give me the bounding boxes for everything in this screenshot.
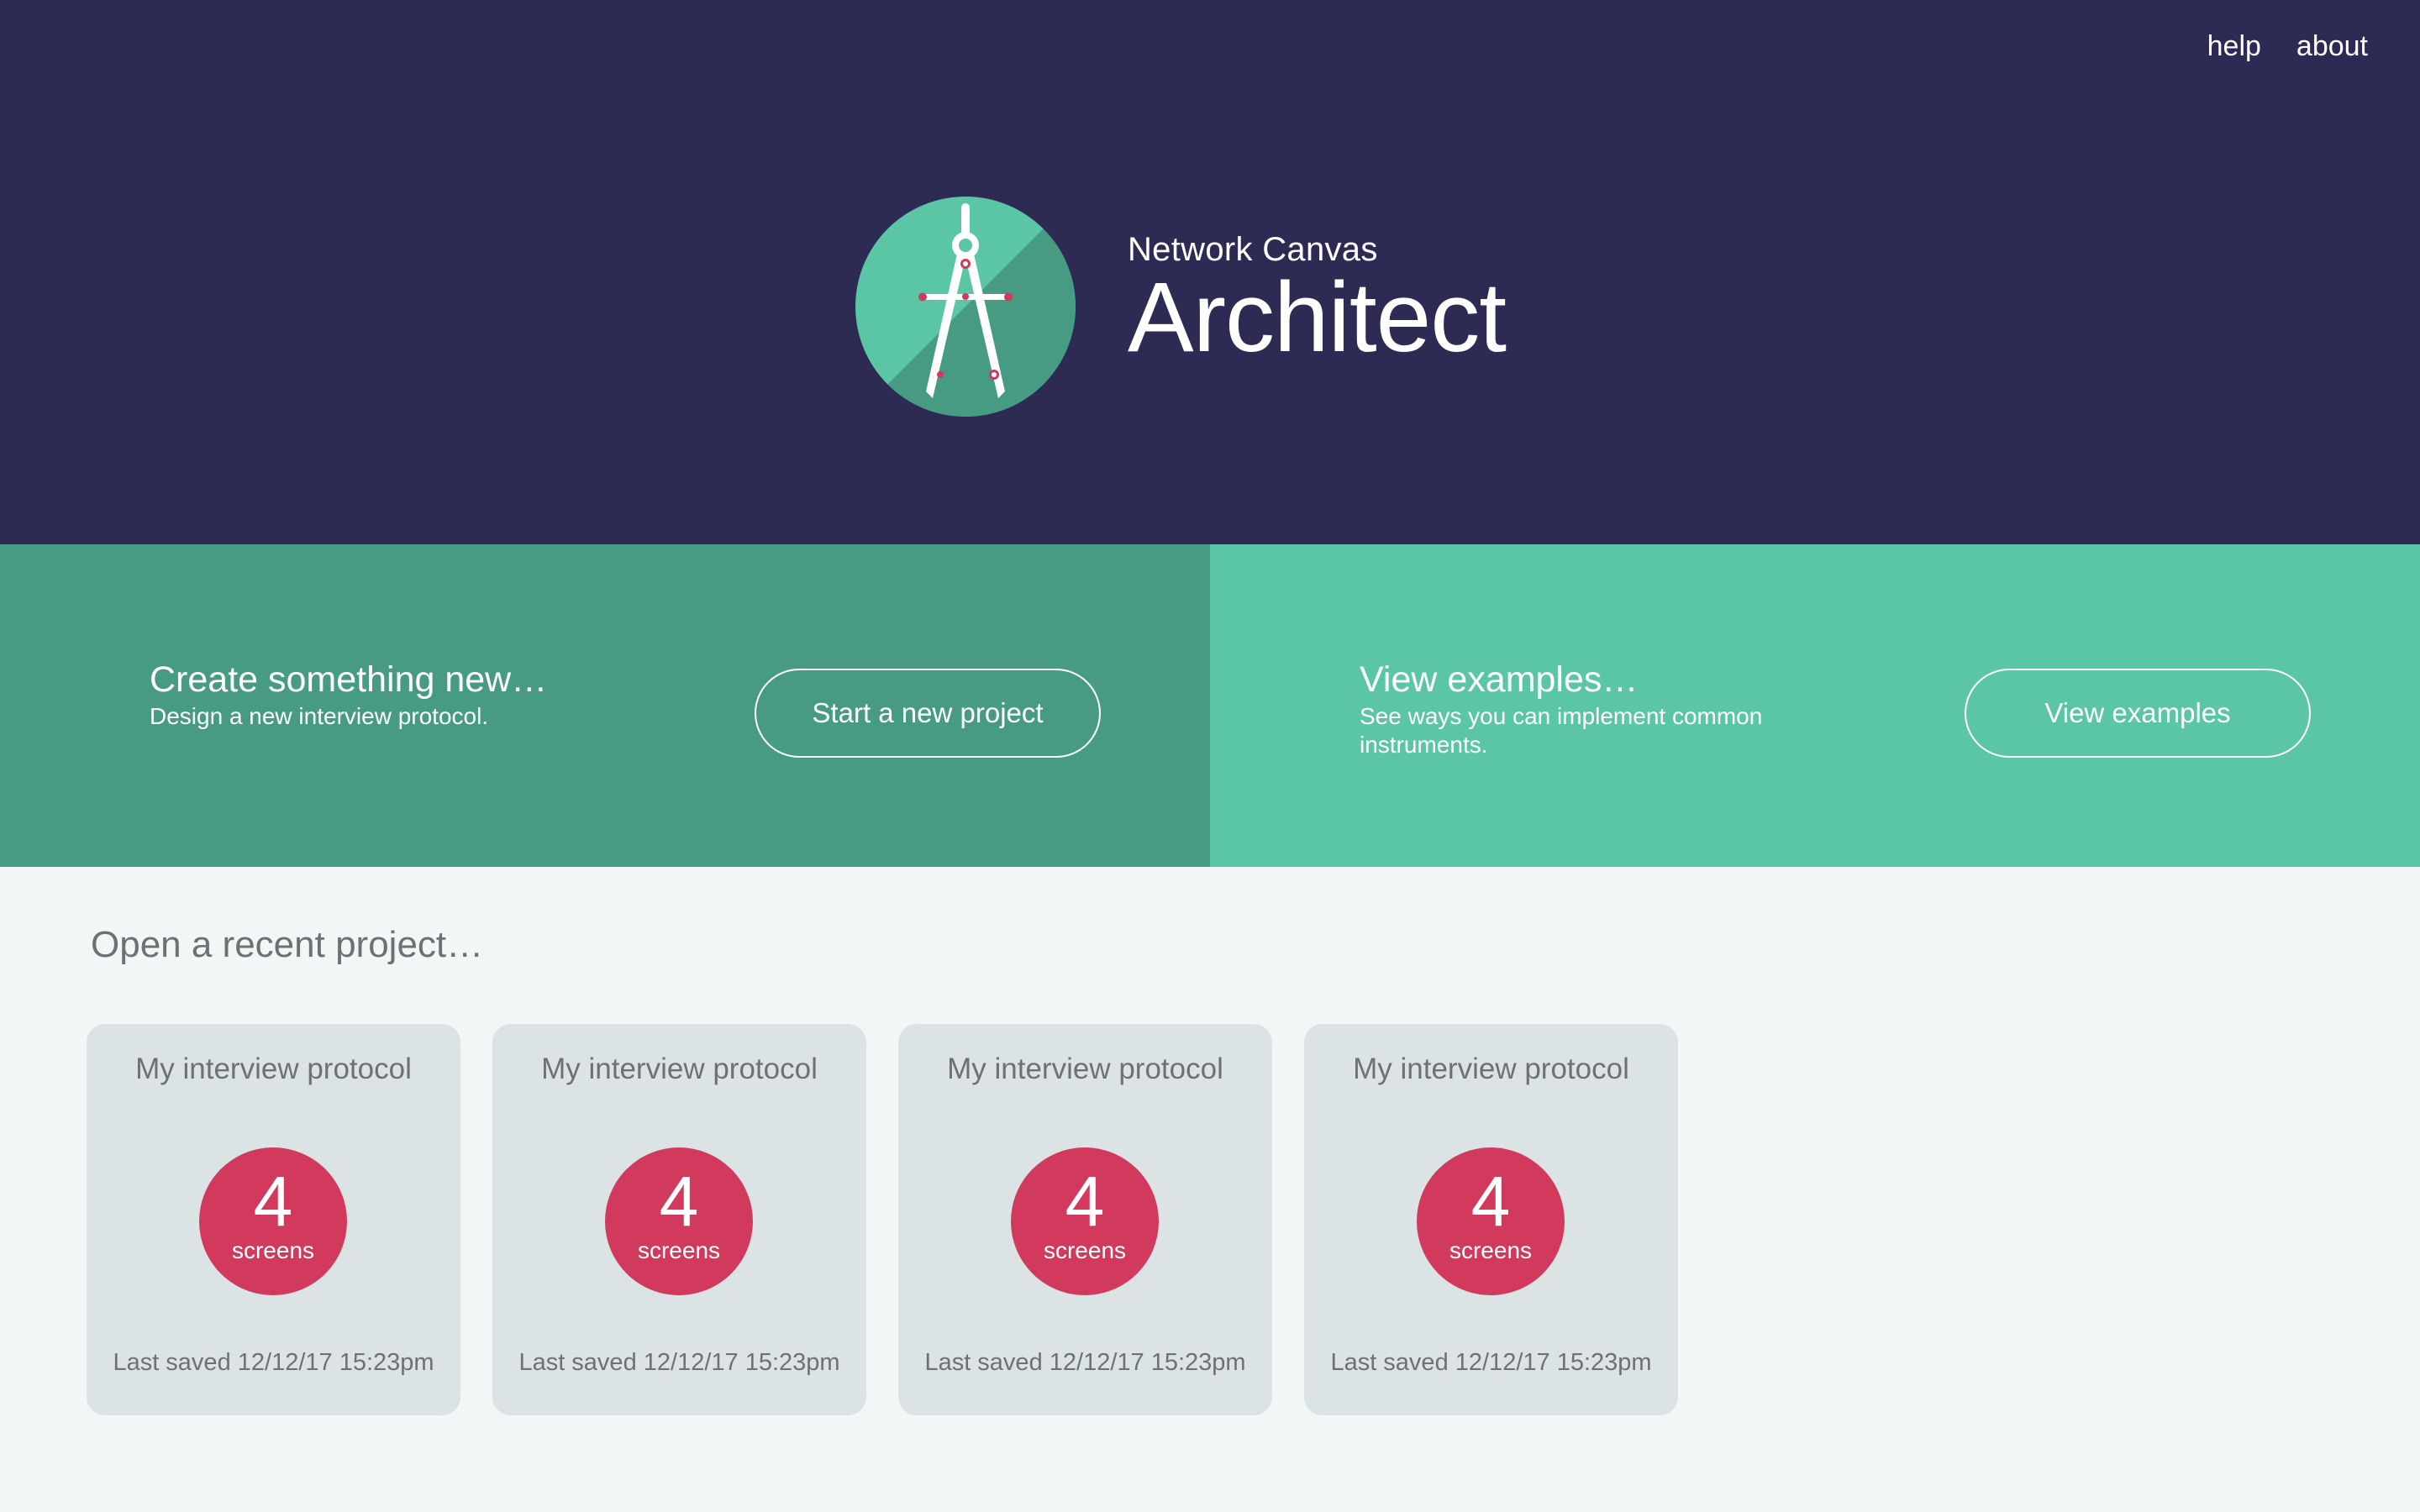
project-title: My interview protocol (135, 1053, 412, 1085)
brand-text: Network Canvas Architect (1128, 231, 1507, 373)
examples-text: View examples… See ways you can implemen… (1360, 659, 1813, 759)
header: help about Network Canvas Architect (0, 0, 2420, 544)
screen-count: 4 (253, 1162, 293, 1241)
recent-projects-heading: Open a recent project… (91, 924, 484, 965)
screen-count-badge: 4 screens (605, 1147, 753, 1295)
project-card[interactable]: My interview protocol 4 screens Last sav… (87, 1024, 460, 1415)
create-heading: Create something new… (150, 659, 548, 700)
project-title: My interview protocol (947, 1053, 1223, 1085)
start-new-project-button[interactable]: Start a new project (755, 669, 1101, 758)
create-text: Create something new… Design a new inter… (150, 659, 603, 731)
examples-description: See ways you can implement common instru… (1360, 703, 1763, 758)
last-saved: Last saved 12/12/17 15:23pm (518, 1349, 840, 1376)
screen-count-badge: 4 screens (199, 1147, 347, 1295)
project-title: My interview protocol (1353, 1053, 1629, 1085)
screen-count-badge: 4 screens (1417, 1147, 1565, 1295)
screen-count-badge: 4 screens (1011, 1147, 1159, 1295)
about-link[interactable]: about (2296, 30, 2368, 63)
compass-icon (855, 197, 1076, 417)
create-description: Design a new interview protocol. (150, 703, 489, 729)
top-nav: help about (2207, 30, 2368, 63)
last-saved: Last saved 12/12/17 15:23pm (1330, 1349, 1652, 1376)
recent-projects-list: My interview protocol 4 screens Last sav… (87, 1024, 1678, 1415)
screen-count-label: screens (231, 1237, 315, 1263)
examples-panel: View examples… See ways you can implemen… (1210, 544, 2420, 867)
screen-count-label: screens (1043, 1237, 1127, 1263)
screen-count: 4 (1470, 1162, 1511, 1241)
screen-count-label: screens (637, 1237, 721, 1263)
project-card[interactable]: My interview protocol 4 screens Last sav… (1304, 1024, 1678, 1415)
screen-count-label: screens (1449, 1237, 1533, 1263)
examples-heading: View examples… (1360, 659, 1639, 700)
app-title: Architect (1128, 262, 1507, 373)
create-panel: Create something new… Design a new inter… (0, 544, 1210, 867)
last-saved: Last saved 12/12/17 15:23pm (113, 1349, 434, 1376)
brand: Network Canvas Architect (855, 197, 1507, 417)
project-card[interactable]: My interview protocol 4 screens Last sav… (492, 1024, 866, 1415)
project-title: My interview protocol (541, 1053, 818, 1085)
view-examples-button[interactable]: View examples (1965, 669, 2311, 758)
last-saved: Last saved 12/12/17 15:23pm (924, 1349, 1246, 1376)
screen-count: 4 (659, 1162, 699, 1241)
screen-count: 4 (1065, 1162, 1105, 1241)
help-link[interactable]: help (2207, 30, 2261, 63)
project-card[interactable]: My interview protocol 4 screens Last sav… (898, 1024, 1272, 1415)
